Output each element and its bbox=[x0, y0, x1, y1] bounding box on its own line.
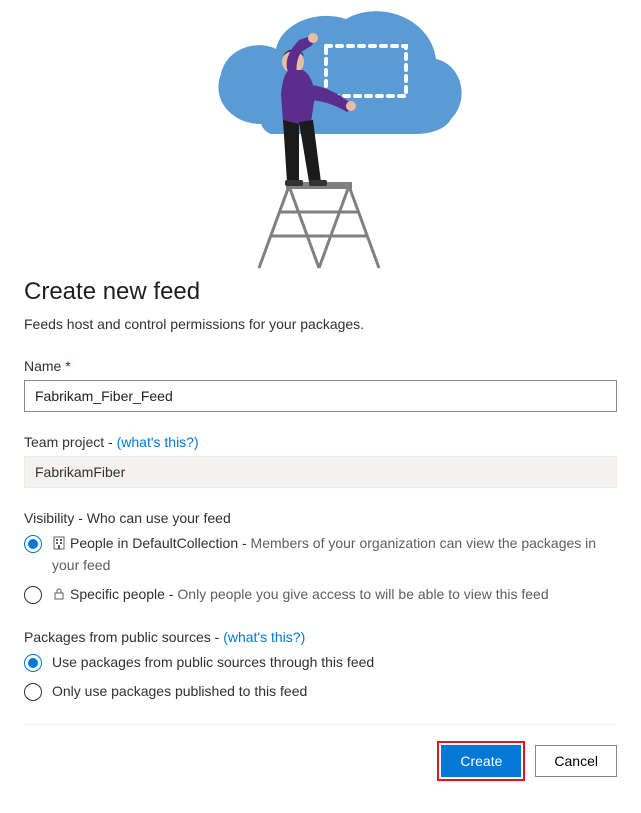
create-button-highlight: Create bbox=[437, 741, 525, 781]
radio-indicator bbox=[24, 586, 42, 604]
radio-indicator bbox=[24, 654, 42, 672]
name-input[interactable] bbox=[24, 380, 617, 412]
name-label: Name * bbox=[24, 358, 617, 374]
page-title: Create new feed bbox=[24, 278, 617, 306]
team-project-section: Team project - (what's this?) FabrikamFi… bbox=[24, 434, 617, 488]
page-subtitle: Feeds host and control permissions for y… bbox=[24, 316, 617, 332]
radio-indicator bbox=[24, 535, 42, 553]
team-project-label: Team project - (what's this?) bbox=[24, 434, 617, 450]
visibility-option-org[interactable]: People in DefaultCollection - Members of… bbox=[24, 534, 617, 575]
dialog-footer: Create Cancel bbox=[24, 741, 617, 781]
cancel-button[interactable]: Cancel bbox=[535, 745, 617, 777]
public-sources-label: Packages from public sources - (what's t… bbox=[24, 629, 617, 645]
organization-icon bbox=[52, 536, 66, 556]
lock-icon bbox=[52, 587, 66, 607]
public-sources-section: Packages from public sources - (what's t… bbox=[24, 629, 617, 702]
visibility-option-specific[interactable]: Specific people - Only people you give a… bbox=[24, 585, 617, 607]
hero-illustration bbox=[24, 0, 617, 278]
team-project-value: FabrikamFiber bbox=[24, 456, 617, 488]
public-sources-help-link[interactable]: (what's this?) bbox=[223, 629, 305, 645]
name-field-section: Name * bbox=[24, 358, 617, 412]
public-sources-option-use[interactable]: Use packages from public sources through… bbox=[24, 653, 617, 673]
cloud-person-illustration bbox=[171, 4, 471, 270]
footer-divider bbox=[24, 724, 617, 725]
team-project-help-link[interactable]: (what's this?) bbox=[117, 434, 199, 450]
create-button[interactable]: Create bbox=[441, 745, 521, 777]
public-sources-option-only[interactable]: Only use packages published to this feed bbox=[24, 682, 617, 702]
required-asterisk: * bbox=[65, 358, 70, 374]
radio-indicator bbox=[24, 683, 42, 701]
visibility-section: Visibility - Who can use your feed Peopl… bbox=[24, 510, 617, 607]
visibility-label: Visibility - Who can use your feed bbox=[24, 510, 617, 526]
